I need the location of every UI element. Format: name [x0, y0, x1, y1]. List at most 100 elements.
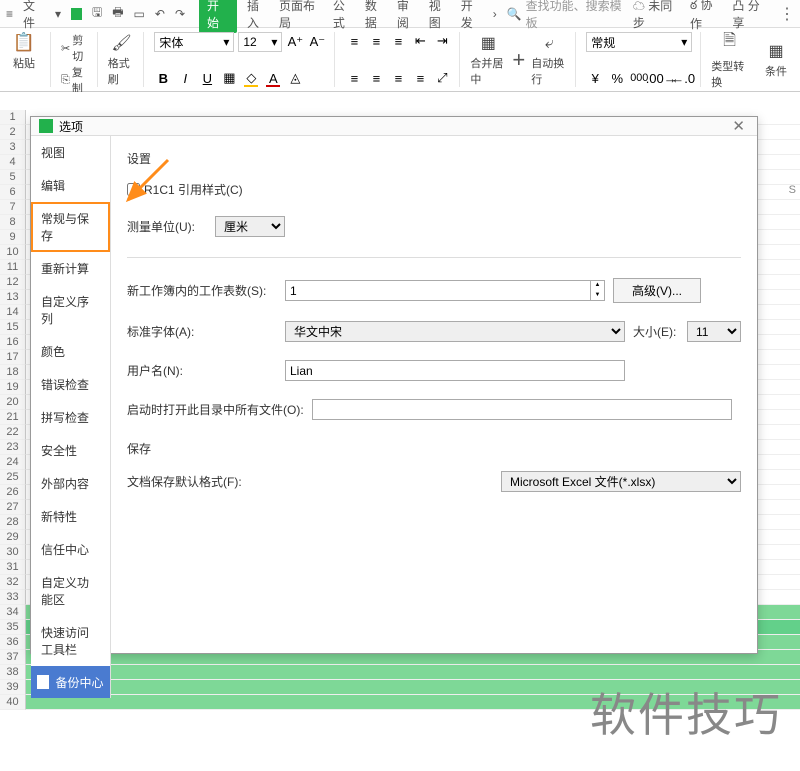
menu-dropdown-arrow[interactable]: ▾	[55, 7, 61, 21]
paste-button[interactable]: 📋 粘贴	[6, 32, 42, 71]
clear-format-button[interactable]: ◬	[286, 69, 304, 87]
underline-button[interactable]: U	[198, 69, 216, 87]
dec-inc-icon[interactable]: .00→	[652, 69, 670, 87]
row-number[interactable]: 29	[0, 530, 26, 545]
align-center-icon[interactable]: ≡	[367, 69, 385, 87]
sidebar-item-customlist[interactable]: 自定义序列	[31, 285, 110, 335]
sidebar-item-external[interactable]: 外部内容	[31, 467, 110, 500]
row-number[interactable]: 22	[0, 425, 26, 440]
sidebar-item-color[interactable]: 颜色	[31, 335, 110, 368]
save-icon[interactable]: 🖫	[92, 3, 102, 24]
percent-icon[interactable]: %	[608, 69, 626, 87]
row-number[interactable]: 1	[0, 110, 26, 125]
row-number[interactable]: 15	[0, 320, 26, 335]
sidebar-item-newfeature[interactable]: 新特性	[31, 500, 110, 533]
row-number[interactable]: 37	[0, 650, 26, 665]
row-number[interactable]: 30	[0, 545, 26, 560]
row-number[interactable]: 36	[0, 635, 26, 650]
preview-icon[interactable]: ▭	[134, 7, 145, 21]
font-name-select[interactable]: 宋体▾	[154, 32, 234, 52]
coop-button[interactable]: ఠ 协作	[690, 0, 720, 32]
username-input[interactable]	[285, 360, 625, 381]
indent-inc-icon[interactable]: ⇥	[433, 32, 451, 50]
row-number[interactable]: 14	[0, 305, 26, 320]
number-format-select[interactable]: 常规▾	[586, 32, 692, 52]
row-number[interactable]: 10	[0, 245, 26, 260]
menu-dropdown-icon[interactable]: ≡	[6, 7, 13, 21]
row-number[interactable]: 28	[0, 515, 26, 530]
cut-button[interactable]: ✂ 剪切	[61, 32, 89, 64]
sidebar-item-general-save[interactable]: 常规与保存	[31, 202, 110, 252]
type-convert-button[interactable]: 🗎 类型转换	[711, 32, 748, 87]
row-number[interactable]: 18	[0, 365, 26, 380]
cond-format-button[interactable]: ▦ 条件	[758, 32, 794, 87]
startdir-input[interactable]	[312, 399, 732, 420]
sidebar-item-security[interactable]: 安全性	[31, 434, 110, 467]
font-color-button[interactable]: A	[264, 69, 282, 87]
border-button[interactable]: ▦	[220, 69, 238, 87]
saveas-select[interactable]: Microsoft Excel 文件(*.xlsx)	[501, 471, 741, 492]
row-number[interactable]: 17	[0, 350, 26, 365]
sidebar-item-errorcheck[interactable]: 错误检查	[31, 368, 110, 401]
share-button[interactable]: 凸 分享	[732, 0, 767, 31]
tab-more-icon[interactable]: ›	[493, 7, 497, 21]
sidebar-item-customribbon[interactable]: 自定义功能区	[31, 566, 110, 616]
row-number[interactable]: 8	[0, 215, 26, 230]
row-number[interactable]: 31	[0, 560, 26, 575]
undo-icon[interactable]: ↶	[155, 7, 165, 21]
format-painter-button[interactable]: 🖌 格式刷	[108, 32, 145, 87]
row-number[interactable]: 21	[0, 410, 26, 425]
merge-center-button[interactable]: ▦ 合并居中	[470, 33, 506, 87]
bold-button[interactable]: B	[154, 69, 172, 87]
tab-view[interactable]: 视图	[429, 0, 451, 31]
row-number[interactable]: 19	[0, 380, 26, 395]
r1c1-checkbox-input[interactable]	[127, 183, 140, 196]
row-number[interactable]: 34	[0, 605, 26, 620]
font-size-select[interactable]: 12▾	[238, 32, 282, 52]
row-number[interactable]: 16	[0, 335, 26, 350]
row-number[interactable]: 39	[0, 680, 26, 695]
redo-icon[interactable]: ↷	[175, 7, 185, 21]
row-number[interactable]: 13	[0, 290, 26, 305]
r1c1-checkbox[interactable]: R1C1 引用样式(C)	[127, 181, 277, 198]
sidebar-item-quickaccess[interactable]: 快速访问工具栏	[31, 616, 110, 666]
wrap-text-button[interactable]: ⤶ 自动换行	[531, 35, 567, 87]
row-number[interactable]: 40	[0, 695, 26, 710]
row-number[interactable]: 9	[0, 230, 26, 245]
close-icon[interactable]: ✕	[728, 117, 749, 135]
align-top-icon[interactable]: ≡	[345, 32, 363, 50]
sheets-input[interactable]	[285, 280, 591, 301]
row-number[interactable]: 35	[0, 620, 26, 635]
tab-start[interactable]: 开始	[199, 0, 237, 33]
tab-formula[interactable]: 公式	[333, 0, 355, 31]
dec-dec-icon[interactable]: ←.0	[674, 69, 692, 87]
tab-pagelayout[interactable]: 页面布局	[279, 0, 323, 31]
row-number[interactable]: 24	[0, 455, 26, 470]
sheets-spinner[interactable]: ▲▼	[591, 280, 605, 301]
backup-center-button[interactable]: 备份中心	[31, 666, 110, 698]
row-number[interactable]: 3	[0, 140, 26, 155]
sync-status[interactable]: ☁ 未同步	[633, 0, 678, 31]
row-number[interactable]: 25	[0, 470, 26, 485]
italic-button[interactable]: I	[176, 69, 194, 87]
row-number[interactable]: 11	[0, 260, 26, 275]
more-icon[interactable]: ⋮	[779, 4, 794, 24]
sidebar-item-trustcenter[interactable]: 信任中心	[31, 533, 110, 566]
advanced-button[interactable]: 高级(V)...	[613, 278, 701, 303]
row-number[interactable]: 33	[0, 590, 26, 605]
row-number[interactable]: 7	[0, 200, 26, 215]
decrease-font-icon[interactable]: A⁻	[308, 33, 326, 51]
print-icon[interactable]: 🖶	[112, 3, 123, 24]
sidebar-item-spellcheck[interactable]: 拼写检查	[31, 401, 110, 434]
unit-select[interactable]: 厘米	[215, 216, 285, 237]
align-bottom-icon[interactable]: ≡	[389, 32, 407, 50]
currency-icon[interactable]: ¥	[586, 69, 604, 87]
tab-data[interactable]: 数据	[365, 0, 387, 31]
indent-dec-icon[interactable]: ⇤	[411, 32, 429, 50]
row-number[interactable]: 5	[0, 170, 26, 185]
search-box[interactable]: 🔍 查找功能、搜索模板	[507, 0, 623, 31]
align-right-icon[interactable]: ≡	[389, 69, 407, 87]
align-left-icon[interactable]: ≡	[345, 69, 363, 87]
row-number[interactable]: 27	[0, 500, 26, 515]
fontsize-select[interactable]: 11	[687, 321, 741, 342]
